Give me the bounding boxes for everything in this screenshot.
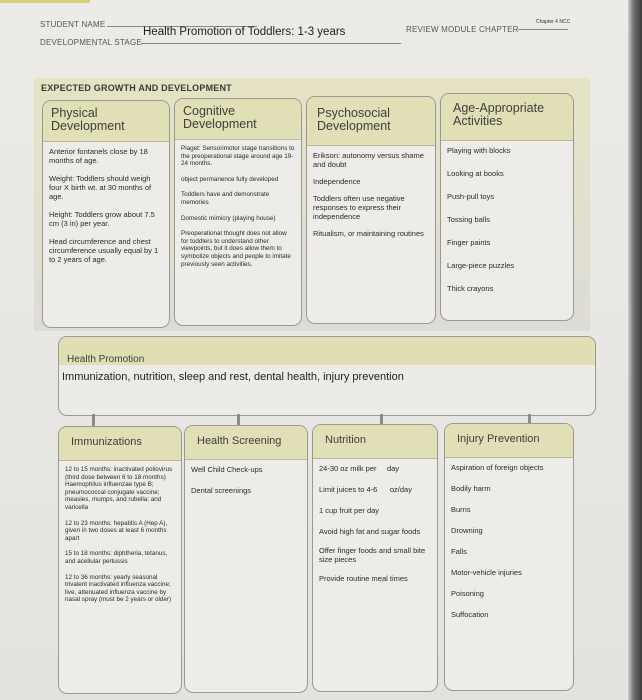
list-item: 12 to 15 months: inactivated poliovirus … bbox=[65, 466, 173, 511]
list-item: Well Child Check-ups bbox=[191, 465, 263, 474]
health-promotion-summary: Immunization, nutrition, sleep and rest,… bbox=[62, 371, 404, 383]
list-item: Independence bbox=[313, 177, 361, 186]
list-item: Weight: Toddlers should weigh four X bir… bbox=[49, 174, 152, 201]
developmental-stage-value[interactable]: Health Promotion of Toddlers: 1-3 years bbox=[143, 26, 345, 38]
list-item: Head circumference and chest circumferen… bbox=[49, 237, 159, 264]
psychosocial-development-card: Psychosocial Development Erikson: autono… bbox=[306, 96, 436, 324]
list-item: Domestic mimicry (playing house) bbox=[181, 214, 276, 222]
list-item: 12 to 36 months: yearly seasonal trivale… bbox=[65, 573, 172, 604]
health-screening-card: Health Screening Well Child Check-ups De… bbox=[184, 425, 308, 693]
review-module-label: REVIEW MODULE CHAPTER bbox=[406, 25, 519, 34]
list-item: object permanence fully developed bbox=[181, 175, 279, 183]
list-item: Erikson: autonomy versus shame and doubt bbox=[313, 151, 424, 169]
list-item: 24-30 oz milk per day bbox=[319, 464, 400, 473]
list-item: Limit juices to 4-6 oz/day bbox=[319, 485, 412, 494]
list-item: Bodily harm bbox=[451, 484, 491, 493]
list-item: Dental screenings bbox=[191, 486, 252, 495]
card-title: Psychosocial Development bbox=[307, 97, 435, 146]
nutrition-card: Nutrition 24-30 oz milk per day Limit ju… bbox=[312, 424, 438, 692]
developmental-stage-field-line bbox=[141, 43, 401, 44]
list-item: Anterior fontanels close by 18 months of… bbox=[49, 147, 148, 165]
list-item: Avoid high fat and sugar foods bbox=[319, 527, 421, 536]
developmental-stage-label: DEVELOPMENTAL STAGE bbox=[40, 38, 142, 47]
health-promotion-title: Health Promotion bbox=[59, 337, 595, 365]
physical-development-card: Physical Development Anterior fontanels … bbox=[42, 100, 170, 328]
review-module-field-line bbox=[518, 29, 568, 30]
list-item: Ritualism, or maintaining routines bbox=[313, 229, 424, 238]
card-title: Cognitive Development bbox=[175, 99, 301, 140]
card-title: Nutrition bbox=[313, 425, 437, 459]
list-item: Drowning bbox=[451, 526, 483, 535]
list-item: Provide routine meal times bbox=[319, 574, 408, 583]
health-promotion-box: Health Promotion Immunization, nutrition… bbox=[58, 336, 596, 416]
list-item: 1 cup fruit per day bbox=[319, 506, 380, 515]
list-item: Height: Toddlers grow about 7.5 cm (3 in… bbox=[49, 210, 155, 228]
card-title: Immunizations bbox=[59, 427, 181, 461]
immunizations-card: Immunizations 12 to 15 months: inactivat… bbox=[58, 426, 182, 694]
list-item: Poisoning bbox=[451, 589, 484, 598]
list-item: 12 to 23 months: hepatitis A (Hep A), gi… bbox=[65, 519, 168, 542]
card-title: Age-Appropriate Activities bbox=[441, 94, 573, 141]
list-item: 15 to 18 months: diphtheria, tetanus, an… bbox=[65, 550, 168, 565]
list-item: Suffocation bbox=[451, 610, 489, 619]
expected-growth-section: EXPECTED GROWTH AND DEVELOPMENT Physical… bbox=[34, 78, 590, 331]
cognitive-development-card: Cognitive Development Piaget: Sensorimot… bbox=[174, 98, 302, 326]
list-item: Large-piece puzzles bbox=[447, 261, 515, 270]
card-title: Health Screening bbox=[185, 426, 307, 460]
worksheet-page: STUDENT NAME DEVELOPMENTAL STAGE Health … bbox=[0, 0, 628, 700]
list-item: Thick crayons bbox=[447, 284, 494, 293]
list-item: Toddlers often use negative responses to… bbox=[313, 194, 405, 221]
section-title: EXPECTED GROWTH AND DEVELOPMENT bbox=[41, 83, 232, 93]
list-item: Preoperational thought does not allow fo… bbox=[181, 230, 291, 268]
card-title: Physical Development bbox=[43, 101, 169, 142]
age-appropriate-activities-card: Age-Appropriate Activities Playing with … bbox=[440, 93, 574, 321]
list-item: Aspiration of foreign objects bbox=[451, 463, 544, 472]
list-item: Toddlers have and demonstrate memories bbox=[181, 191, 270, 206]
top-edge-strip bbox=[0, 0, 90, 3]
injury-prevention-card: Injury Prevention Aspiration of foreign … bbox=[444, 423, 574, 691]
list-item: Tossing balls bbox=[447, 215, 490, 224]
device-edge bbox=[628, 0, 642, 700]
list-item: Push-pull toys bbox=[447, 192, 495, 201]
list-item: Playing with blocks bbox=[447, 146, 511, 155]
list-item: Looking at books bbox=[447, 169, 504, 178]
list-item: Motor-vehicle injuries bbox=[451, 568, 522, 577]
list-item: Burns bbox=[451, 505, 471, 514]
list-item: Piaget: Sensorimotor stage transitions t… bbox=[181, 145, 295, 168]
list-item: Finger paints bbox=[447, 238, 491, 247]
review-module-value[interactable]: Chapter 4 NCC bbox=[536, 19, 570, 25]
list-item: Falls bbox=[451, 547, 467, 556]
list-item: Offer finger foods and small bite size p… bbox=[319, 546, 426, 564]
student-name-label: STUDENT NAME bbox=[40, 20, 106, 29]
card-title: Injury Prevention bbox=[445, 424, 573, 458]
connector-line bbox=[92, 414, 95, 426]
